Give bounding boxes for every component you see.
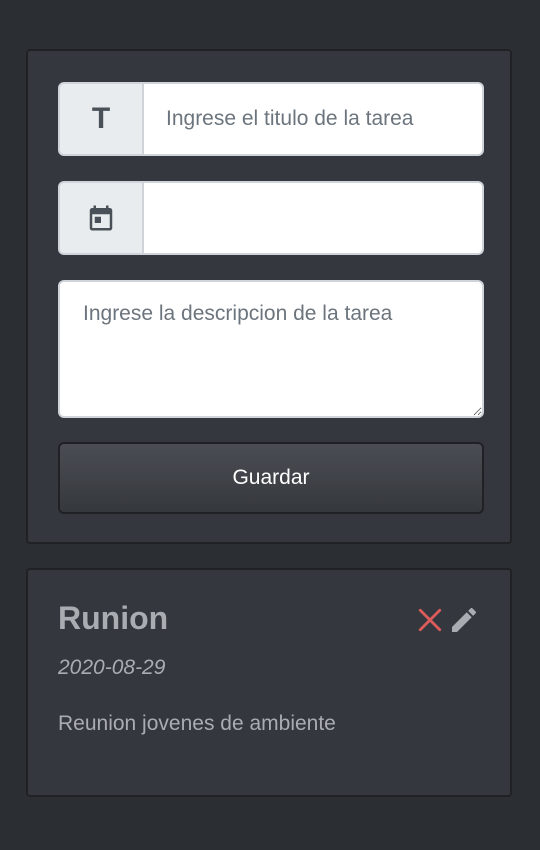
date-addon xyxy=(58,181,144,255)
title-input[interactable] xyxy=(144,82,484,156)
text-type-icon: T xyxy=(91,102,111,135)
edit-task-button[interactable] xyxy=(448,604,480,636)
title-addon: T xyxy=(58,82,144,156)
task-title: Runion xyxy=(58,600,169,636)
delete-task-button[interactable] xyxy=(414,604,446,636)
pencil-icon xyxy=(452,607,477,632)
save-button[interactable]: Guardar xyxy=(58,442,484,514)
close-icon xyxy=(418,608,442,632)
date-input-group xyxy=(58,181,484,255)
date-input[interactable] xyxy=(144,181,484,255)
task-description: Reunion jovenes de ambiente xyxy=(58,712,336,735)
task-card: Runion 2020-08-29 Reunion jovenes de amb… xyxy=(26,568,512,797)
task-form: T Guardar xyxy=(26,49,512,544)
title-input-group: T xyxy=(58,82,484,156)
description-textarea[interactable] xyxy=(58,280,484,418)
task-date: 2020-08-29 xyxy=(58,656,166,679)
calendar-icon xyxy=(89,205,113,231)
